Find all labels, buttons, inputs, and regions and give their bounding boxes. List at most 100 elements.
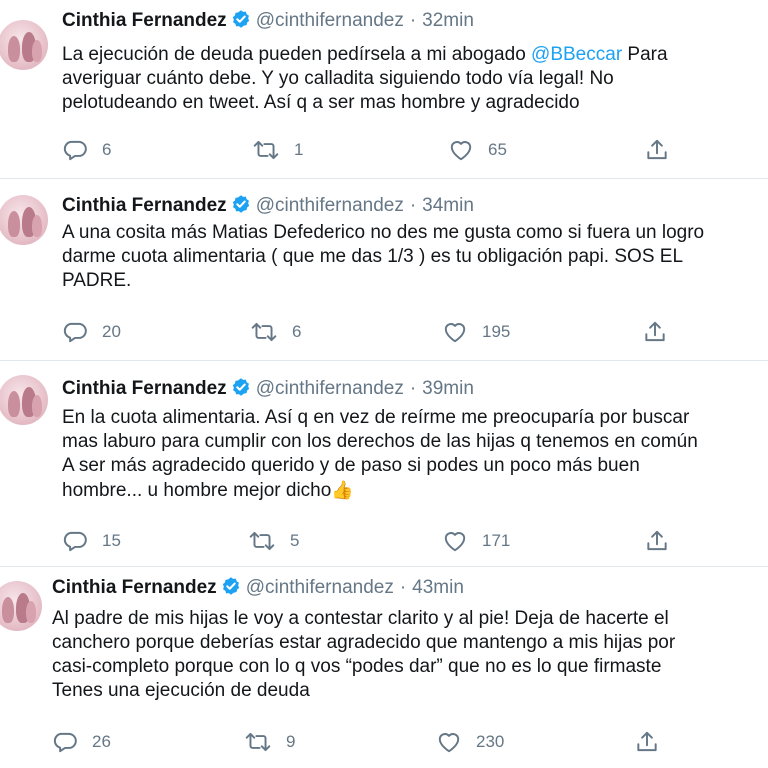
avatar[interactable] <box>0 375 48 425</box>
share-button[interactable] <box>644 136 670 164</box>
tweet-text-line: hombre... u hombre mejor dicho👍 <box>62 480 354 501</box>
tweet-text-line: darme cuota alimentaria ( que me das 1/3… <box>62 246 684 267</box>
retweet-count: 6 <box>292 322 302 341</box>
retweet-icon <box>253 140 279 160</box>
tweet-text-line: canchero porque deberías estar agradecid… <box>52 632 676 653</box>
tweet-text: La ejecución de deuda pueden pedírsela a… <box>62 43 668 115</box>
tweet-header: Cinthia Fernandez @cinthifernandez · 43min <box>52 575 464 601</box>
separator-dot: · <box>399 577 407 598</box>
share-button[interactable] <box>634 728 660 756</box>
tweet-text: A una cosita más Matias Defederico no de… <box>62 221 704 293</box>
author-handle[interactable]: @cinthifernandez <box>256 10 404 31</box>
avatar[interactable] <box>0 20 48 70</box>
tweet-text: Al padre de mis hijas le voy a contestar… <box>52 607 675 703</box>
tweet-actions: 15 5 171 <box>62 527 682 555</box>
tweet[interactable]: Cinthia Fernandez @cinthifernandez · 43min … <box>0 567 768 768</box>
tweet-text: En la cuota alimentaria. Así q en vez de… <box>62 406 698 503</box>
author-handle[interactable]: @cinthifernandez <box>256 378 404 399</box>
retweet-icon <box>251 322 277 342</box>
author-name[interactable]: Cinthia Fernandez <box>62 195 227 216</box>
reply-icon <box>53 732 77 753</box>
like-count: 230 <box>476 732 505 751</box>
reply-button[interactable]: 20 <box>62 318 121 346</box>
retweet-icon <box>249 531 275 551</box>
retweet-count: 1 <box>294 140 304 159</box>
like-count: 65 <box>488 140 507 159</box>
retweet-button[interactable]: 5 <box>248 527 299 555</box>
retweet-button[interactable]: 1 <box>252 136 303 164</box>
tweet-text-line: Tenes una ejecución de deuda <box>52 680 310 701</box>
tweet[interactable]: Cinthia Fernandez @cinthifernandez · 32min … <box>0 0 768 178</box>
share-button[interactable] <box>642 318 668 346</box>
tweet-text-line: A ser más agradecido querido y de paso s… <box>62 455 640 476</box>
tweet-text-line: pelotudeando en tweet. Así q a ser mas h… <box>62 92 580 113</box>
author-handle[interactable]: @cinthifernandez <box>246 577 394 598</box>
thumbs-up-emoji: 👍 <box>331 480 354 500</box>
separator-dot: · <box>409 195 417 216</box>
share-icon <box>647 139 667 160</box>
tweet-timestamp[interactable]: 39min <box>422 378 474 399</box>
like-count: 195 <box>482 322 511 341</box>
like-icon <box>444 532 466 552</box>
tweet-header: Cinthia Fernandez @cinthifernandez · 32min <box>62 8 474 34</box>
tweet-text-line: averiguar cuánto debe. Y yo calladita si… <box>62 68 614 89</box>
reply-button[interactable]: 6 <box>62 136 111 164</box>
reply-icon <box>63 322 87 343</box>
like-button[interactable]: 171 <box>442 527 510 555</box>
retweet-button[interactable]: 6 <box>250 318 301 346</box>
tweet-actions: 6 1 65 <box>62 136 682 164</box>
tweet-actions: 26 9 230 <box>52 728 672 756</box>
like-button[interactable]: 195 <box>442 318 510 346</box>
mention-link[interactable]: @BBeccar <box>531 44 622 65</box>
retweet-count: 5 <box>290 531 300 550</box>
like-button[interactable]: 65 <box>448 136 507 164</box>
author-name[interactable]: Cinthia Fernandez <box>52 577 217 598</box>
reply-count: 26 <box>92 732 111 751</box>
verified-badge-icon <box>222 577 239 595</box>
share-icon <box>647 530 667 551</box>
tweet-actions: 20 6 195 <box>62 318 682 346</box>
tweet-text-line: La ejecución de deuda pueden pedírsela a… <box>62 44 668 65</box>
retweet-icon <box>245 732 271 752</box>
tweet[interactable]: Cinthia Fernandez @cinthifernandez · 39min … <box>0 361 768 566</box>
reply-count: 15 <box>102 531 121 550</box>
tweet[interactable]: Cinthia Fernandez @cinthifernandez · 34min … <box>0 179 768 360</box>
like-icon <box>444 323 466 343</box>
reply-icon <box>63 531 87 552</box>
tweet-text-line: PADRE. <box>62 270 132 291</box>
like-icon <box>438 733 460 753</box>
tweet-text-line: casi-completo porque con lo q vos “podes… <box>52 656 662 677</box>
verified-badge-icon <box>232 10 249 28</box>
tweet-text-line: A una cosita más Matias Defederico no de… <box>62 222 705 243</box>
reply-icon <box>63 140 87 161</box>
author-handle[interactable]: @cinthifernandez <box>256 195 404 216</box>
tweet-text-line: mas laburo para cumplir con los derechos… <box>62 431 698 452</box>
share-icon <box>645 321 665 342</box>
tweet-timestamp[interactable]: 32min <box>422 10 474 31</box>
separator-dot: · <box>409 10 417 31</box>
avatar[interactable] <box>0 581 42 631</box>
tweet-text-line: Al padre de mis hijas le voy a contestar… <box>52 608 669 629</box>
separator-dot: · <box>409 378 417 399</box>
like-button[interactable]: 230 <box>436 728 504 756</box>
share-button[interactable] <box>644 527 670 555</box>
reply-count: 6 <box>102 140 112 159</box>
tweet-header: Cinthia Fernandez @cinthifernandez · 39min <box>62 376 474 402</box>
author-name[interactable]: Cinthia Fernandez <box>62 378 227 399</box>
retweet-count: 9 <box>286 732 296 751</box>
like-icon <box>450 141 472 161</box>
reply-count: 20 <box>102 322 121 341</box>
share-icon <box>637 731 657 752</box>
tweet-text-line: En la cuota alimentaria. Así q en vez de… <box>62 407 690 428</box>
avatar[interactable] <box>0 195 48 245</box>
tweet-header: Cinthia Fernandez @cinthifernandez · 34min <box>62 193 474 219</box>
tweet-timestamp[interactable]: 34min <box>422 195 474 216</box>
reply-button[interactable]: 26 <box>52 728 111 756</box>
verified-badge-icon <box>232 378 249 396</box>
retweet-button[interactable]: 9 <box>244 728 295 756</box>
verified-badge-icon <box>232 195 249 213</box>
author-name[interactable]: Cinthia Fernandez <box>62 10 227 31</box>
tweet-feed: Cinthia Fernandez @cinthifernandez · 32min … <box>0 0 768 768</box>
reply-button[interactable]: 15 <box>62 527 121 555</box>
tweet-timestamp[interactable]: 43min <box>412 577 464 598</box>
